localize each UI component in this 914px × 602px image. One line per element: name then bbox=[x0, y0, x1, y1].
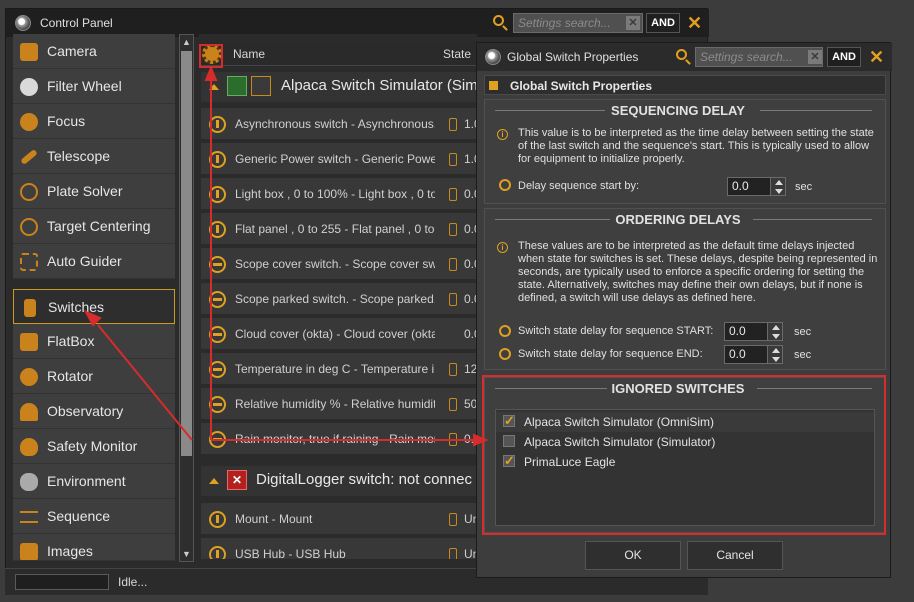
arrow-to-switches bbox=[97, 324, 193, 441]
arrowhead bbox=[83, 309, 102, 327]
arrowhead bbox=[204, 65, 218, 81]
arrowhead bbox=[473, 433, 489, 447]
annotation-arrows bbox=[83, 65, 489, 447]
